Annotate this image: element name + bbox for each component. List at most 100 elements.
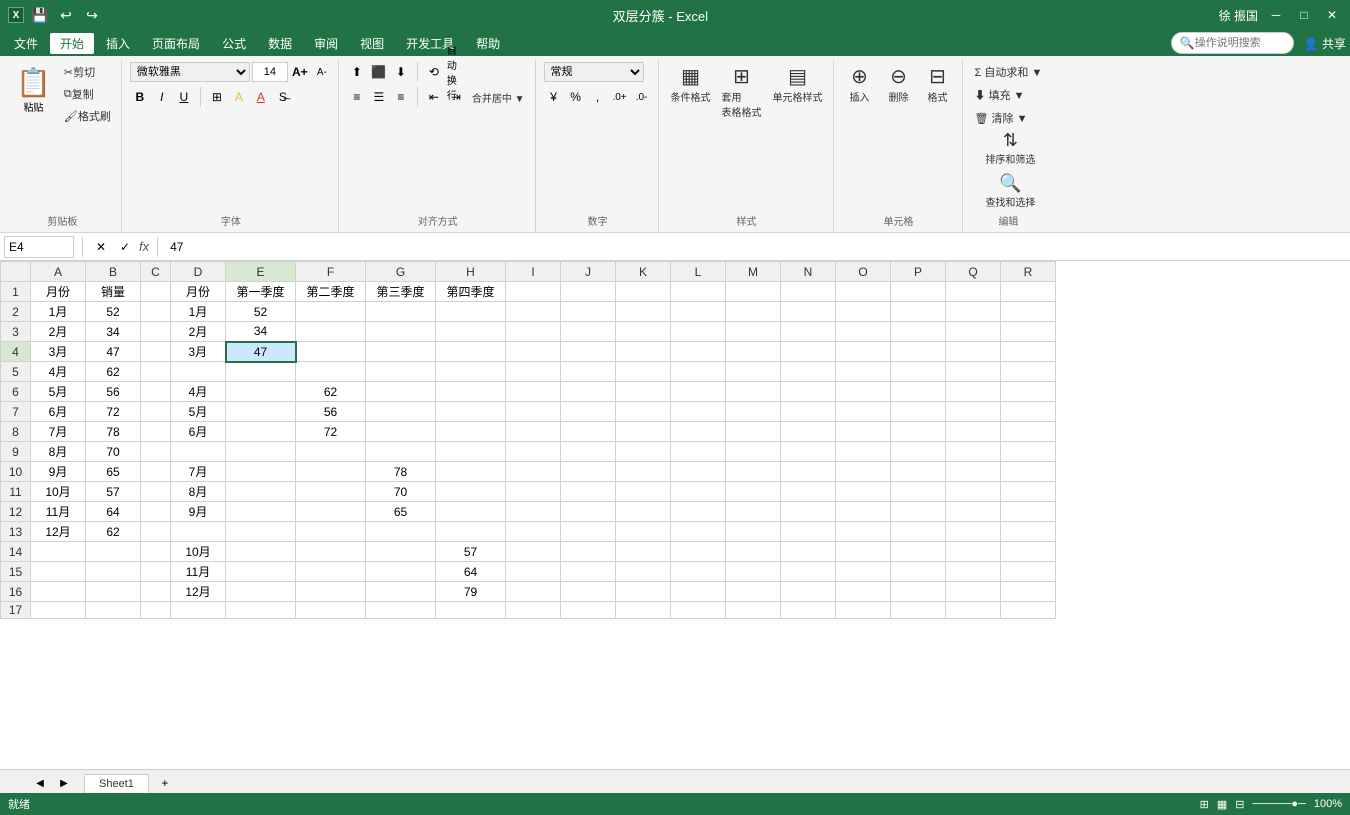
menu-insert[interactable]: 插入 <box>96 33 140 54</box>
cell-P7[interactable] <box>891 402 946 422</box>
cell-F17[interactable] <box>296 602 366 619</box>
cell-K17[interactable] <box>616 602 671 619</box>
cell-H5[interactable] <box>436 362 506 382</box>
cell-J11[interactable] <box>561 482 616 502</box>
cell-C7[interactable] <box>141 402 171 422</box>
sort-filter-button[interactable]: ⇅ 排序和筛选 <box>981 128 1039 168</box>
cell-O9[interactable] <box>836 442 891 462</box>
cell-K13[interactable] <box>616 522 671 542</box>
cell-K7[interactable] <box>616 402 671 422</box>
cell-H3[interactable] <box>436 322 506 342</box>
cell-L9[interactable] <box>671 442 726 462</box>
border-button[interactable]: ⊞ <box>207 87 227 107</box>
cell-I14[interactable] <box>506 542 561 562</box>
cell-A16[interactable] <box>31 582 86 602</box>
cell-M9[interactable] <box>726 442 781 462</box>
cell-B1[interactable]: 销量 <box>86 282 141 302</box>
menu-view[interactable]: 视图 <box>350 33 394 54</box>
cell-N12[interactable] <box>781 502 836 522</box>
cell-A12[interactable]: 11月 <box>31 502 86 522</box>
menu-formula[interactable]: 公式 <box>212 33 256 54</box>
cell-L5[interactable] <box>671 362 726 382</box>
cell-J4[interactable] <box>561 342 616 362</box>
col-header-R[interactable]: R <box>1001 262 1056 282</box>
cell-A15[interactable] <box>31 562 86 582</box>
cell-H8[interactable] <box>436 422 506 442</box>
cell-C13[interactable] <box>141 522 171 542</box>
paste-button[interactable]: 📋 粘贴 <box>10 62 57 118</box>
cell-I5[interactable] <box>506 362 561 382</box>
text-direction-button[interactable]: ⟲ <box>424 62 444 82</box>
cell-B8[interactable]: 78 <box>86 422 141 442</box>
menu-home[interactable]: 开始 <box>50 33 94 54</box>
format-painter-button[interactable]: 🖌 格式刷 <box>60 106 115 126</box>
cell-K3[interactable] <box>616 322 671 342</box>
cell-B12[interactable]: 64 <box>86 502 141 522</box>
cell-F16[interactable] <box>296 582 366 602</box>
cell-N1[interactable] <box>781 282 836 302</box>
col-header-G[interactable]: G <box>366 262 436 282</box>
cell-Q4[interactable] <box>946 342 1001 362</box>
italic-button[interactable]: I <box>152 87 172 107</box>
cell-I4[interactable] <box>506 342 561 362</box>
cell-I1[interactable] <box>506 282 561 302</box>
comma-button[interactable]: , <box>588 87 608 107</box>
cell-G11[interactable]: 70 <box>366 482 436 502</box>
scroll-tabs-right[interactable]: ▶ <box>54 773 74 793</box>
cell-A5[interactable]: 4月 <box>31 362 86 382</box>
increase-indent-button[interactable]: ⇥ <box>446 87 466 107</box>
cell-A11[interactable]: 10月 <box>31 482 86 502</box>
row-header-14[interactable]: 14 <box>1 542 31 562</box>
cell-P1[interactable] <box>891 282 946 302</box>
col-header-I[interactable]: I <box>506 262 561 282</box>
redo-button[interactable]: ↪ <box>82 5 102 25</box>
cell-C12[interactable] <box>141 502 171 522</box>
cell-G3[interactable] <box>366 322 436 342</box>
find-select-button[interactable]: 🔍 查找和选择 <box>981 171 1039 211</box>
col-header-L[interactable]: L <box>671 262 726 282</box>
cell-Q14[interactable] <box>946 542 1001 562</box>
cell-G10[interactable]: 78 <box>366 462 436 482</box>
cell-I6[interactable] <box>506 382 561 402</box>
cell-E7[interactable] <box>226 402 296 422</box>
cell-E3[interactable]: 34 <box>226 322 296 342</box>
cell-D7[interactable]: 5月 <box>171 402 226 422</box>
cell-F13[interactable] <box>296 522 366 542</box>
cell-B17[interactable] <box>86 602 141 619</box>
autosum-button[interactable]: Σ 自动求和 ▼ <box>971 62 1047 82</box>
cell-A17[interactable] <box>31 602 86 619</box>
cell-E17[interactable] <box>226 602 296 619</box>
cell-E15[interactable] <box>226 562 296 582</box>
underline-button[interactable]: U <box>174 87 194 107</box>
view-normal-button[interactable]: ⊞ <box>1200 798 1209 811</box>
cell-E1[interactable]: 第一季度 <box>226 282 296 302</box>
cell-E8[interactable] <box>226 422 296 442</box>
cell-E5[interactable] <box>226 362 296 382</box>
cell-F1[interactable]: 第二季度 <box>296 282 366 302</box>
cell-M16[interactable] <box>726 582 781 602</box>
cell-M6[interactable] <box>726 382 781 402</box>
cell-L17[interactable] <box>671 602 726 619</box>
cell-P14[interactable] <box>891 542 946 562</box>
cell-I2[interactable] <box>506 302 561 322</box>
cell-C9[interactable] <box>141 442 171 462</box>
row-header-17[interactable]: 17 <box>1 602 31 619</box>
cell-L8[interactable] <box>671 422 726 442</box>
cell-G4[interactable] <box>366 342 436 362</box>
cell-H17[interactable] <box>436 602 506 619</box>
cell-I8[interactable] <box>506 422 561 442</box>
cell-J17[interactable] <box>561 602 616 619</box>
cell-E16[interactable] <box>226 582 296 602</box>
cell-P6[interactable] <box>891 382 946 402</box>
cell-G6[interactable] <box>366 382 436 402</box>
cell-D11[interactable]: 8月 <box>171 482 226 502</box>
cell-C3[interactable] <box>141 322 171 342</box>
cell-A3[interactable]: 2月 <box>31 322 86 342</box>
cell-K11[interactable] <box>616 482 671 502</box>
cell-G2[interactable] <box>366 302 436 322</box>
cell-D4[interactable]: 3月 <box>171 342 226 362</box>
cell-F6[interactable]: 62 <box>296 382 366 402</box>
cell-B7[interactable]: 72 <box>86 402 141 422</box>
cell-L11[interactable] <box>671 482 726 502</box>
cell-E6[interactable] <box>226 382 296 402</box>
